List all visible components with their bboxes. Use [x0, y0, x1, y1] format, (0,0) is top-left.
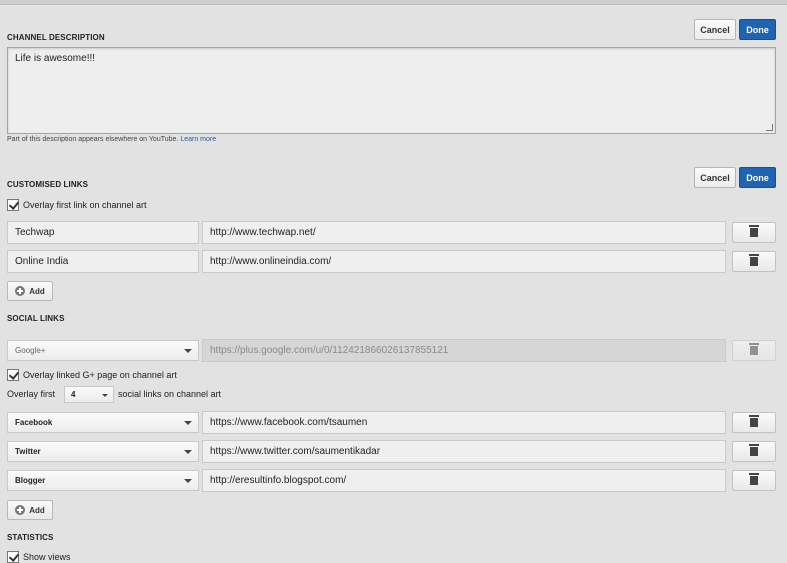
links-cancel-button[interactable]: Cancel: [694, 167, 736, 188]
link-title-input[interactable]: Online India: [7, 250, 199, 273]
social-network-select[interactable]: Facebook: [7, 412, 199, 433]
social-network-value: Blogger: [15, 476, 46, 485]
link-title-input[interactable]: Techwap: [7, 221, 199, 244]
trash-icon: [749, 343, 759, 355]
description-cancel-button[interactable]: Cancel: [694, 19, 736, 40]
add-link-label: Add: [29, 286, 45, 296]
trash-icon: [749, 473, 759, 485]
description-hint: Part of this description appears elsewhe…: [7, 136, 216, 143]
google-plus-url-input: https://plus.google.com/u/0/112421866026…: [202, 339, 726, 362]
trash-icon: [749, 415, 759, 427]
delete-link-button[interactable]: [732, 251, 776, 272]
add-link-button[interactable]: Add: [7, 281, 53, 301]
statistics-title: STATISTICS: [7, 533, 54, 542]
social-url-input[interactable]: http://eresultinfo.blogspot.com/: [202, 469, 726, 492]
delete-social-link-button[interactable]: [732, 412, 776, 433]
plus-circle-icon: [15, 505, 26, 515]
chevron-down-icon: [184, 349, 192, 353]
overlay-first-link-checkbox[interactable]: [7, 199, 19, 211]
delete-social-link-button[interactable]: [732, 441, 776, 462]
description-hint-text: Part of this description appears elsewhe…: [7, 136, 179, 143]
social-network-value: Google+: [15, 346, 46, 355]
resize-grip-icon[interactable]: [766, 124, 773, 131]
chevron-down-icon: [184, 421, 192, 425]
overlay-gplus-checkbox[interactable]: [7, 369, 19, 381]
overlay-count-value: 4: [71, 390, 76, 399]
plus-circle-icon: [15, 286, 26, 296]
top-bar: [0, 0, 787, 5]
link-url-input[interactable]: http://www.onlineindia.com/: [202, 250, 726, 273]
social-network-value: Facebook: [15, 418, 53, 427]
link-url-input[interactable]: http://www.techwap.net/: [202, 221, 726, 244]
social-network-value: Twitter: [15, 447, 41, 456]
chevron-down-icon: [184, 479, 192, 483]
chevron-down-icon: [184, 450, 192, 454]
social-url-input[interactable]: https://www.facebook.com/tsaumen: [202, 411, 726, 434]
links-done-button[interactable]: Done: [739, 167, 776, 188]
overlay-first-link-label: Overlay first link on channel art: [23, 200, 147, 210]
overlay-gplus-label: Overlay linked G+ page on channel art: [23, 370, 177, 380]
social-network-select[interactable]: Blogger: [7, 470, 199, 491]
show-views-label: Show views: [23, 552, 71, 562]
trash-icon: [749, 254, 759, 266]
social-network-select[interactable]: Twitter: [7, 441, 199, 462]
overlay-count-select[interactable]: 4: [64, 386, 114, 403]
customised-links-title: CUSTOMISED LINKS: [7, 180, 89, 189]
learn-more-link[interactable]: Learn more: [180, 136, 216, 143]
social-links-title: SOCIAL LINKS: [7, 314, 65, 323]
description-done-button[interactable]: Done: [739, 19, 776, 40]
channel-description-title: CHANNEL DESCRIPTION: [7, 33, 105, 42]
chevron-down-icon: [102, 394, 108, 397]
channel-description-textarea[interactable]: Life is awesome!!!: [7, 47, 776, 134]
social-network-select-disabled: Google+: [7, 340, 199, 361]
trash-icon: [749, 225, 759, 237]
delete-link-button[interactable]: [732, 222, 776, 243]
overlay-first-suffix: social links on channel art: [118, 389, 222, 399]
trash-icon: [749, 444, 759, 456]
delete-google-link-button: [732, 340, 776, 361]
add-social-link-label: Add: [29, 505, 45, 515]
social-url-input[interactable]: https://www.twitter.com/saumentikadar: [202, 440, 726, 463]
channel-description-text: Life is awesome!!!: [15, 53, 96, 64]
show-views-checkbox[interactable]: [7, 551, 19, 563]
overlay-first-prefix: Overlay first: [7, 389, 56, 399]
add-social-link-button[interactable]: Add: [7, 500, 53, 520]
delete-social-link-button[interactable]: [732, 470, 776, 491]
